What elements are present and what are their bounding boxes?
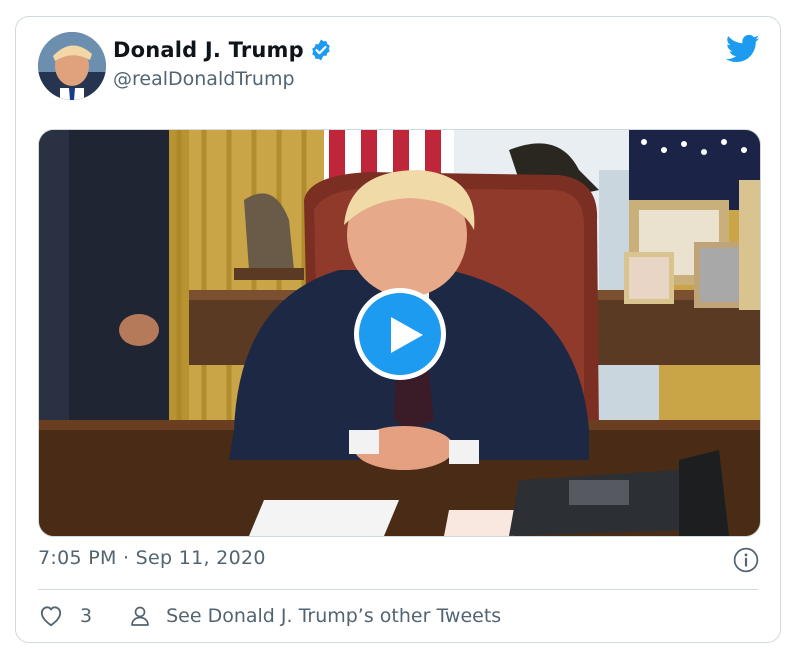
author-name[interactable]: Donald J. Trump [113, 38, 304, 62]
twitter-bird-icon[interactable] [726, 34, 760, 64]
avatar[interactable] [38, 32, 106, 100]
author-handle[interactable]: @realDonaldTrump [113, 68, 295, 90]
video-player[interactable] [38, 129, 761, 537]
see-other-tweets-link[interactable]: See Donald J. Trump’s other Tweets [166, 605, 501, 627]
avatar-image [38, 32, 106, 100]
tweet-timestamp[interactable]: 7:05 PM · Sep 11, 2020 [38, 547, 266, 569]
person-icon [131, 606, 149, 626]
play-icon [391, 317, 423, 353]
info-icon[interactable] [733, 547, 759, 573]
heart-icon[interactable] [38, 603, 64, 629]
author-name-row[interactable]: Donald J. Trump [113, 38, 333, 62]
play-button[interactable] [354, 288, 446, 380]
divider [38, 589, 758, 590]
tweet-card: Donald J. Trump @realDonaldTrump 7:05 PM… [15, 16, 781, 643]
like-count[interactable]: 3 [80, 605, 92, 627]
verified-badge-icon [312, 39, 330, 61]
tweet-actions: 3 See Donald J. Trump’s other Tweets [38, 603, 501, 629]
